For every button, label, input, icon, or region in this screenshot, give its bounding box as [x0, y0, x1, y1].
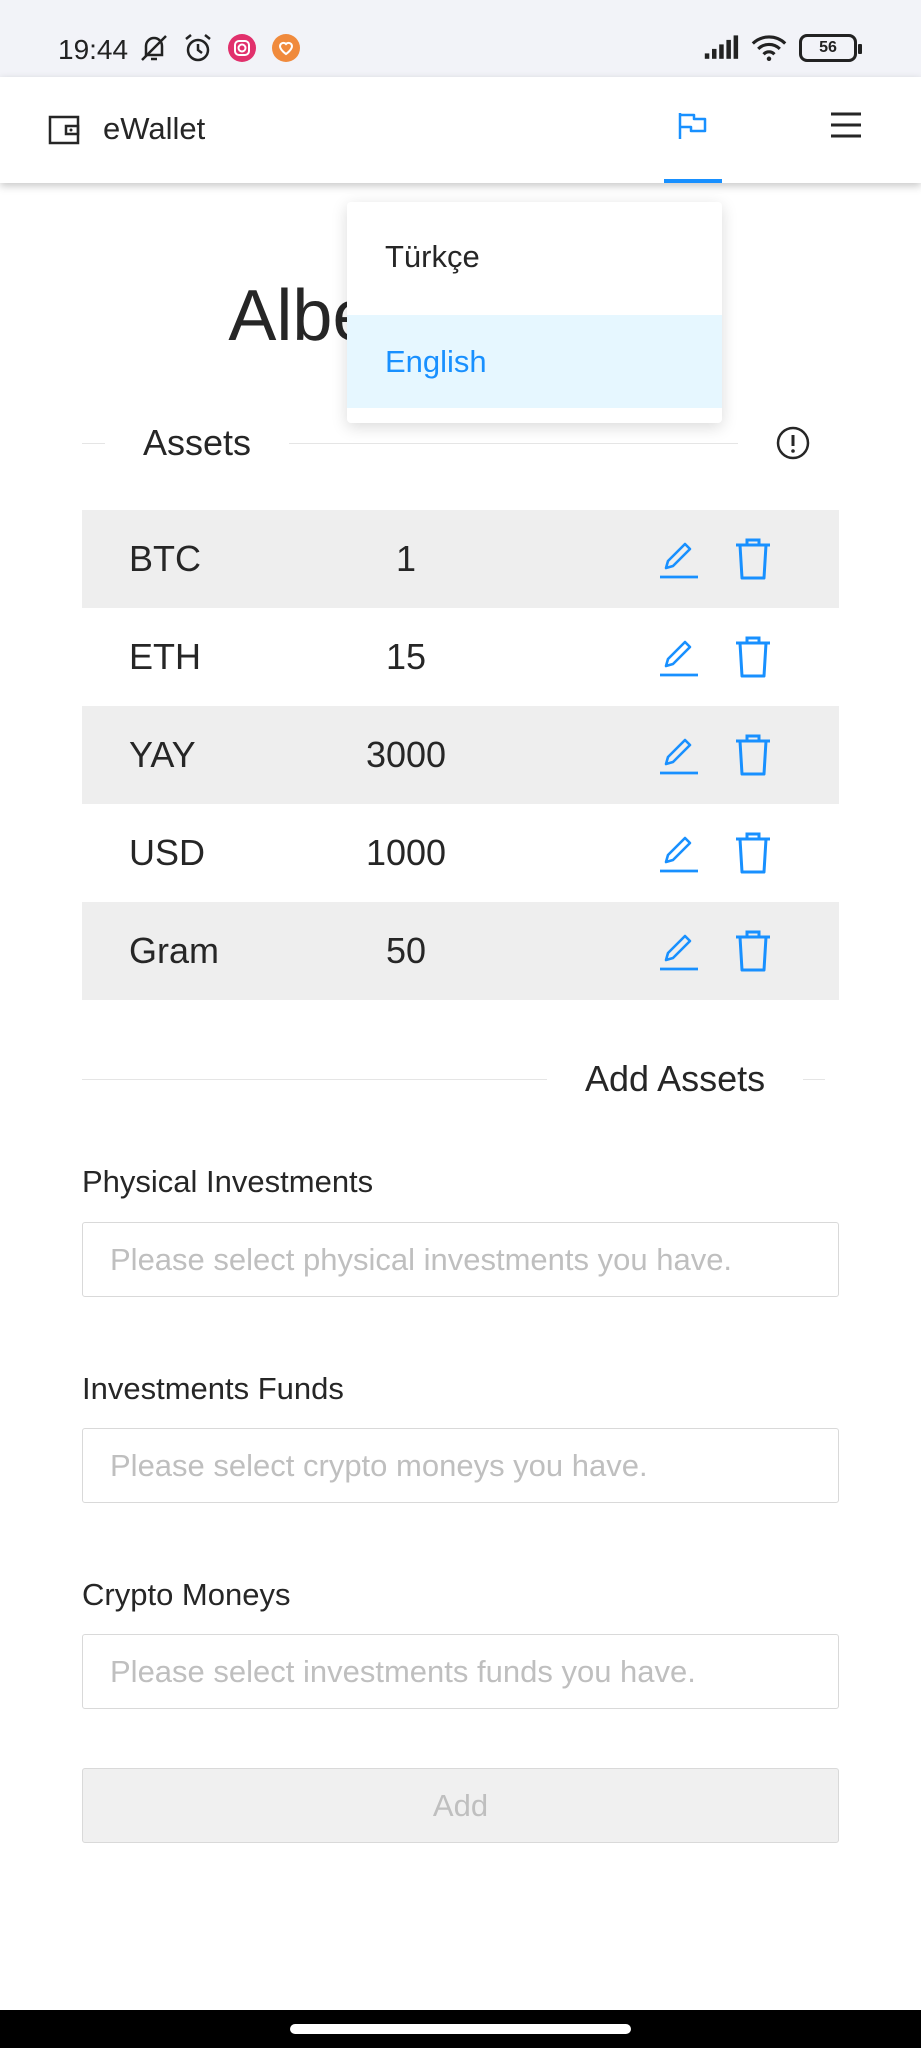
asset-amount: 15: [385, 636, 427, 677]
asset-row: BTC 1: [82, 510, 839, 608]
trash-icon[interactable]: [733, 929, 773, 973]
asset-name: YAY: [129, 734, 196, 775]
asset-amount: 1000: [365, 832, 447, 873]
app-notification-icon: [268, 30, 304, 66]
asset-amount: 1: [395, 538, 417, 579]
trash-icon[interactable]: [733, 733, 773, 777]
trash-icon[interactable]: [733, 537, 773, 581]
status-notification-icons: [136, 30, 304, 66]
asset-name: ETH: [129, 636, 201, 677]
trash-icon[interactable]: [733, 831, 773, 875]
status-time: 19:44: [58, 34, 129, 65]
divider-line: [82, 1078, 547, 1080]
divider-line: [289, 442, 739, 444]
add-assets-divider: Add Assets: [82, 1054, 839, 1104]
language-option-turkish[interactable]: Türkçe: [347, 210, 722, 303]
status-system-icons: 56: [703, 30, 862, 66]
edit-icon[interactable]: [658, 734, 700, 776]
asset-list: BTC 1 ETH 15 YAY 3000 USD 1000 Gram 50: [82, 510, 839, 1000]
asset-name: USD: [129, 832, 206, 873]
edit-icon[interactable]: [658, 930, 700, 972]
divider-line: [82, 442, 105, 444]
asset-name: BTC: [129, 538, 201, 579]
instagram-icon: [224, 30, 260, 66]
edit-icon[interactable]: [658, 538, 700, 580]
edit-icon[interactable]: [658, 636, 700, 678]
asset-name: Gram: [129, 930, 219, 971]
investments-funds-label: Investments Funds: [82, 1371, 344, 1406]
wallet-icon: [48, 115, 80, 150]
battery-indicator: 56: [799, 34, 862, 62]
language-dropdown: Türkçe English: [347, 202, 722, 423]
silent-bell-icon: [136, 30, 172, 66]
physical-investments-label: Physical Investments: [82, 1164, 374, 1199]
add-button[interactable]: Add: [82, 1768, 839, 1843]
asset-amount: 50: [385, 930, 427, 971]
asset-amount: 3000: [365, 734, 447, 775]
alarm-icon: [180, 30, 216, 66]
divider-line: [803, 1078, 826, 1080]
asset-row: Gram 50: [82, 902, 839, 1000]
assets-heading: Assets: [143, 422, 252, 463]
status-bar: 19:44 56: [0, 0, 921, 77]
assets-divider: Assets: [82, 418, 839, 468]
menu-button[interactable]: [824, 105, 868, 149]
language-button[interactable]: [664, 77, 722, 183]
add-assets-heading: Add Assets: [585, 1058, 766, 1099]
info-icon[interactable]: [776, 426, 810, 465]
app-header: eWallet: [0, 77, 921, 183]
physical-investments-select[interactable]: Please select physical investments you h…: [82, 1222, 839, 1297]
signal-icon: [703, 30, 739, 66]
app-title: eWallet: [103, 111, 206, 146]
crypto-moneys-select[interactable]: Please select investments funds you have…: [82, 1634, 839, 1709]
language-option-english[interactable]: English: [347, 315, 722, 408]
crypto-moneys-label: Crypto Moneys: [82, 1577, 291, 1612]
asset-row: YAY 3000: [82, 706, 839, 804]
asset-row: USD 1000: [82, 804, 839, 902]
flag-icon: [677, 111, 709, 146]
menu-icon: [830, 112, 862, 143]
investments-funds-select[interactable]: Please select crypto moneys you have.: [82, 1428, 839, 1503]
wifi-icon: [751, 30, 787, 66]
home-indicator[interactable]: [290, 2024, 631, 2034]
trash-icon[interactable]: [733, 635, 773, 679]
edit-icon[interactable]: [658, 832, 700, 874]
asset-row: ETH 15: [82, 608, 839, 706]
